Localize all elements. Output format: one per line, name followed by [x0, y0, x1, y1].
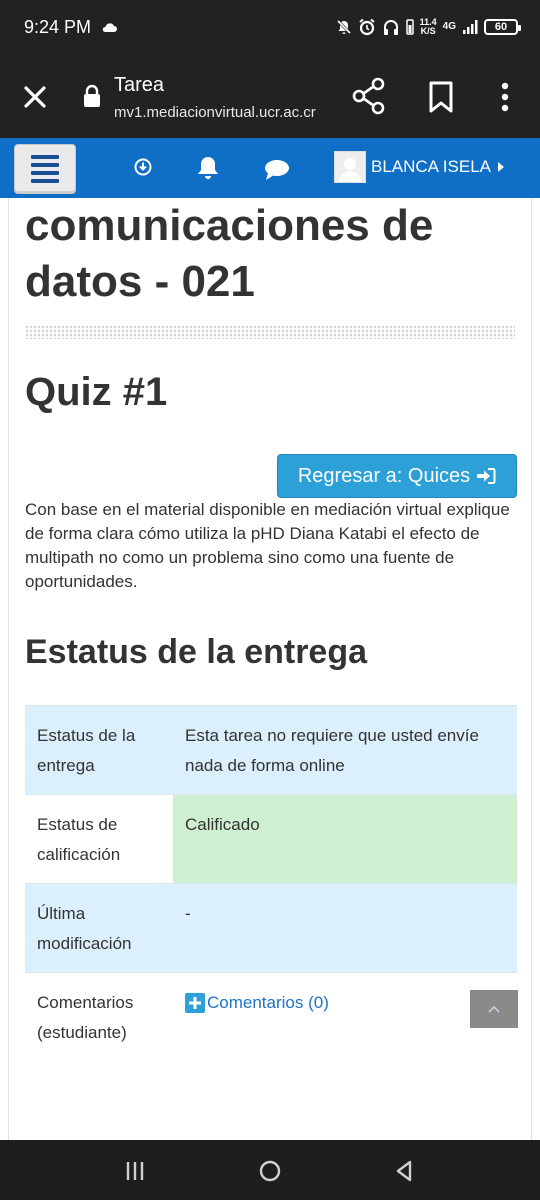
- share-button[interactable]: [352, 76, 386, 116]
- quiz-title: Quiz #1: [25, 370, 168, 414]
- comments-link[interactable]: Comentarios (0): [185, 988, 329, 1018]
- bookmark-button[interactable]: [426, 80, 456, 114]
- row-label: Comentarios (estudiante): [25, 972, 173, 1061]
- more-vert-icon: [501, 82, 509, 112]
- home-button[interactable]: [258, 1159, 282, 1188]
- mute-icon: [336, 19, 352, 35]
- main-menu-button[interactable]: [14, 144, 76, 194]
- caret-right-icon: [498, 162, 505, 172]
- lock-icon: [82, 84, 102, 113]
- share-icon: [352, 77, 385, 115]
- back-to-quices-button[interactable]: Regresar a: Quices: [277, 454, 517, 498]
- submission-status-heading: Estatus de la entrega: [25, 633, 368, 671]
- site-navbar: BLANCA ISELA: [0, 138, 540, 198]
- page-title: Tarea: [114, 74, 165, 96]
- cloud-icon: [101, 20, 117, 38]
- course-title: comunicaciones de datos - 021: [25, 201, 434, 306]
- sign-in-icon: [477, 468, 496, 484]
- more-options-button[interactable]: [494, 80, 516, 114]
- system-navigation-bar: [0, 1140, 540, 1200]
- notifications-bell-icon[interactable]: [196, 155, 220, 186]
- grading-status-value: Calificado: [173, 794, 517, 884]
- table-row: Estatus de la entrega Esta tarea no requ…: [25, 705, 517, 795]
- plus-icon: [185, 993, 205, 1013]
- alarm-icon: [358, 18, 376, 36]
- row-label: Última modificación: [25, 883, 173, 973]
- chevron-up-icon: [488, 1005, 500, 1013]
- bookmark-icon: [429, 81, 453, 113]
- status-time: 9:24 PM: [24, 17, 92, 37]
- main-content: comunicaciones de datos - 021 Quiz #1 Re…: [8, 198, 532, 1140]
- home-circle-icon: [259, 1160, 281, 1182]
- table-row: Comentarios (estudiante) Comentarios (0): [25, 972, 517, 1061]
- row-label: Estatus de calificación: [25, 794, 173, 884]
- download-icon[interactable]: [134, 158, 152, 181]
- row-value: Esta tarea no requiere que usted envíe n…: [173, 705, 517, 795]
- table-row: Última modificación -: [25, 883, 517, 973]
- sim-icon: [405, 19, 414, 35]
- hamburger-icon: [31, 153, 59, 185]
- table-row: Estatus de calificación Calificado: [25, 794, 517, 884]
- network-speed: 11.4 K/S: [419, 17, 437, 36]
- close-tab-button[interactable]: [18, 80, 52, 114]
- row-value: -: [173, 883, 517, 973]
- recent-apps-icon: [126, 1162, 144, 1180]
- page-url[interactable]: mv1.mediacionvirtual.ucr.ac.cr: [114, 104, 316, 121]
- battery-indicator: 60: [484, 19, 521, 35]
- row-label: Estatus de la entrega: [25, 705, 173, 795]
- user-name: BLANCA ISELA: [371, 157, 492, 176]
- back-to-top-button[interactable]: [470, 990, 518, 1028]
- network-type: 4G: [442, 21, 456, 32]
- user-menu[interactable]: BLANCA ISELA: [334, 150, 505, 184]
- back-button-label: Regresar a: Quices: [297, 464, 471, 487]
- avatar: [334, 151, 366, 183]
- user-silhouette-icon: [339, 158, 361, 182]
- browser-toolbar: Tarea mv1.mediacionvirtual.ucr.ac.cr: [0, 54, 540, 138]
- signal-icon: [462, 19, 478, 35]
- close-icon: [24, 86, 46, 108]
- back-triangle-icon: [396, 1160, 412, 1182]
- back-button[interactable]: [394, 1159, 414, 1188]
- submission-status-table: Estatus de la entrega Esta tarea no requ…: [25, 705, 517, 1061]
- dotted-divider: [25, 325, 515, 339]
- status-bar: 9:24 PM 11.4 K/S 4G 60: [0, 0, 540, 54]
- recent-apps-button[interactable]: [124, 1160, 146, 1187]
- row-value: Comentarios (0): [173, 972, 517, 1061]
- assignment-description: Con base en el material disponible en me…: [25, 500, 510, 591]
- headphones-icon: [382, 18, 400, 36]
- messages-chat-icon[interactable]: [264, 159, 290, 186]
